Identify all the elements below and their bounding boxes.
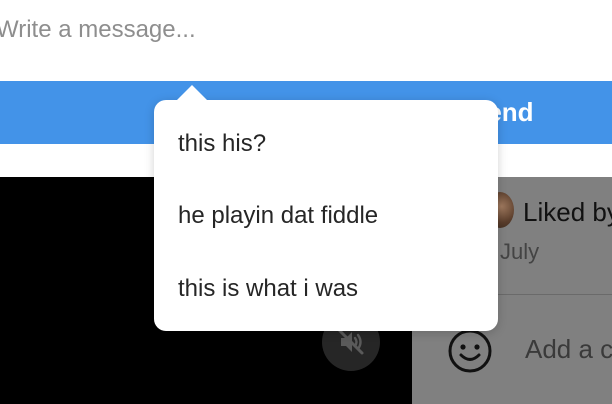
- message-input[interactable]: [0, 0, 612, 60]
- liked-by-text[interactable]: Liked by: [523, 197, 612, 228]
- comment-input[interactable]: [525, 329, 612, 369]
- speaker-muted-icon: [338, 329, 364, 355]
- suggestion-popup: this his? he playin dat fiddle this is w…: [154, 85, 498, 331]
- suggestion-item[interactable]: he playin dat fiddle: [154, 190, 498, 242]
- suggestion-item[interactable]: this is what i was: [154, 263, 498, 315]
- popup-arrow: [176, 85, 208, 101]
- chat-screen: Send Liked by July this his: [0, 0, 612, 404]
- post-date: July: [500, 239, 540, 264]
- smiley-face-icon: [448, 329, 492, 373]
- suggestion-item[interactable]: this his?: [154, 118, 498, 170]
- emoji-button[interactable]: [446, 327, 494, 375]
